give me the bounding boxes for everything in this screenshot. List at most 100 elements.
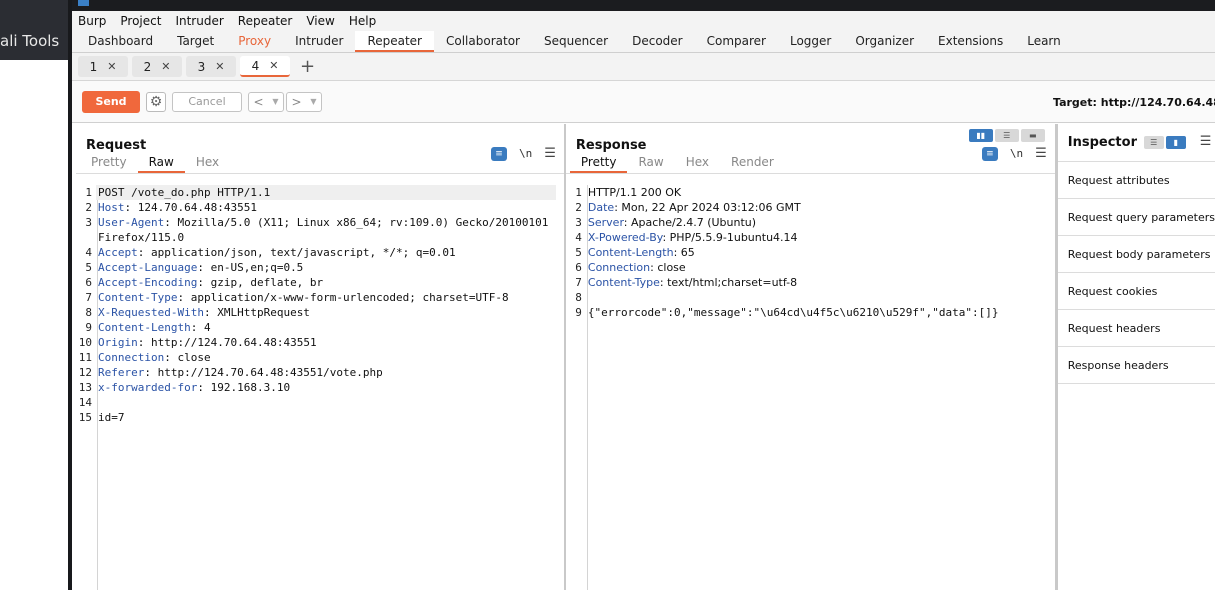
repeater-tab-4[interactable]: 4 ✕ <box>240 56 290 77</box>
inspector-pane: Inspector ☰ ▮ ☰ Request attributes Reques… <box>1056 124 1215 590</box>
tab-proxy[interactable]: Proxy <box>226 31 283 52</box>
inspector-more-icon[interactable]: ☰ <box>1200 134 1212 149</box>
inspector-item-request-query-parameters[interactable]: Request query parameters <box>1057 199 1215 236</box>
hamburger-menu-icon[interactable]: ☰ <box>1035 146 1047 161</box>
response-line: 8 <box>566 290 1055 305</box>
hamburger-menu-icon[interactable]: ☰ <box>544 146 556 161</box>
request-tab-raw[interactable]: Raw <box>137 155 185 173</box>
close-icon[interactable]: ✕ <box>161 60 170 73</box>
line-text: Connection: close <box>587 261 686 274</box>
request-line: 7 Content-Type: application/x-www-form-ur… <box>76 290 564 305</box>
menu-repeater[interactable]: Repeater <box>238 14 293 28</box>
list-view-icon[interactable]: ☰ <box>1143 136 1164 149</box>
tab-repeater[interactable]: Repeater <box>355 31 434 52</box>
header-name: Content-Length <box>98 321 191 334</box>
repeater-tab-2[interactable]: 2 ✕ <box>132 56 182 77</box>
request-tab-pretty[interactable]: Pretty <box>80 155 138 173</box>
inspector-item-request-attributes[interactable]: Request attributes <box>1057 162 1215 199</box>
history-back-button[interactable]: < ▼ <box>248 91 284 112</box>
response-line: 7 Content-Type: text/html;charset=utf-8 <box>566 275 1055 290</box>
target-label[interactable]: Target: http://124.70.64.48:43551 <box>1053 96 1215 109</box>
repeater-tab-1[interactable]: 1 ✕ <box>78 56 128 77</box>
tab-sequencer[interactable]: Sequencer <box>532 31 620 52</box>
menu-view[interactable]: View <box>306 14 334 28</box>
response-editor[interactable]: 1 HTTP/1.1 200 OK 2 Date: Mon, 22 Apr 2024 … <box>566 185 1055 590</box>
close-icon[interactable]: ✕ <box>215 60 224 73</box>
response-tab-hex[interactable]: Hex <box>675 155 720 173</box>
dropdown-icon[interactable]: ▼ <box>272 97 278 106</box>
response-tab-render[interactable]: Render <box>720 155 785 173</box>
panel-view-icon[interactable]: ▮ <box>1165 136 1186 149</box>
wrap-lines-icon[interactable]: ≡ <box>490 146 507 161</box>
request-line: 14 <box>76 395 564 410</box>
line-number: 6 <box>575 261 582 274</box>
tab-decoder[interactable]: Decoder <box>620 31 695 52</box>
tab-organizer[interactable]: Organizer <box>843 31 926 52</box>
line-text: {"errorcode":0,"message":"\u64cd\u4f5c\u… <box>586 305 999 320</box>
close-icon[interactable]: ✕ <box>269 59 278 72</box>
add-tab-icon[interactable]: + <box>300 56 315 77</box>
desktop-menu-label[interactable]: ali Tools <box>0 32 59 50</box>
tab-target[interactable]: Target <box>165 31 226 52</box>
cancel-button[interactable]: Cancel <box>172 91 242 112</box>
request-editor[interactable]: 1 POST /vote_do.php HTTP/1.1 2 Host: 124.70… <box>76 185 564 590</box>
line-value: text/html;charset=utf-8 <box>667 276 798 289</box>
inspector-item-request-headers[interactable]: Request headers <box>1057 310 1215 347</box>
line-value: application/x-www-form-urlencoded; chars… <box>190 291 509 304</box>
split-horizontal-icon[interactable]: ▮▮ <box>968 129 993 142</box>
history-forward-button[interactable]: > ▼ <box>286 91 322 112</box>
line-value: POST /vote_do.php HTTP/1.1 <box>98 186 271 199</box>
menu-project[interactable]: Project <box>120 14 161 28</box>
inspector-item-request-cookies[interactable]: Request cookies <box>1057 273 1215 310</box>
wrap-lines-icon[interactable]: ≡ <box>981 146 998 161</box>
request-line: 2 Host: 124.70.64.48:43551 <box>76 200 564 215</box>
response-line: 9 {"errorcode":0,"message":"\u64cd\u4f5c\… <box>566 305 1055 320</box>
tab-intruder[interactable]: Intruder <box>283 31 355 52</box>
menu-intruder[interactable]: Intruder <box>175 14 223 28</box>
line-value: 192.168.3.10 <box>210 381 291 394</box>
repeater-tab-3[interactable]: 3 ✕ <box>186 56 236 77</box>
repeater-tab-label: 1 <box>89 59 98 74</box>
menu-burp[interactable]: Burp <box>78 14 106 28</box>
dropdown-icon[interactable]: ▼ <box>310 97 316 106</box>
newline-toggle-icon[interactable]: \n <box>519 147 532 160</box>
line-number: 3 <box>575 216 582 229</box>
line-value: 65 <box>680 246 695 259</box>
burp-window: Burp Project Intruder Repeater View Help Dash… <box>68 0 1215 590</box>
repeater-tab-label: 3 <box>197 59 206 74</box>
inspector-item-request-body-parameters[interactable]: Request body parameters <box>1057 236 1215 273</box>
line-text: Referer: http://124.70.64.48:43551/vote.… <box>98 366 383 379</box>
tab-comparer[interactable]: Comparer <box>695 31 778 52</box>
inspector-title: Inspector <box>1067 135 1137 150</box>
tab-learn[interactable]: Learn <box>1015 31 1073 52</box>
close-icon[interactable]: ✕ <box>107 60 116 73</box>
split-vertical-icon[interactable]: ☰ <box>994 129 1019 142</box>
line-text: Connection: close <box>98 351 211 364</box>
tab-collaborator[interactable]: Collaborator <box>434 31 532 52</box>
response-tab-pretty[interactable]: Pretty <box>569 155 628 173</box>
header-name: X-Powered-By <box>587 231 663 244</box>
line-text: User-Agent: Mozilla/5.0 (X11; Linux x86_… <box>98 216 549 229</box>
line-value: gzip, deflate, br <box>210 276 324 289</box>
settings-gear-icon[interactable]: ⚙ <box>146 91 166 112</box>
request-line: 3 User-Agent: Mozilla/5.0 (X11; Linux x86… <box>76 215 564 230</box>
tabbed-layout-icon[interactable]: ▬ <box>1020 129 1045 142</box>
tab-extensions[interactable]: Extensions <box>926 31 1015 52</box>
line-text <box>96 395 98 410</box>
menu-help[interactable]: Help <box>349 14 376 28</box>
line-number: 7 <box>85 291 92 304</box>
response-view-tabs: Pretty Raw Hex Render ≡ \n ☰ <box>565 146 1055 174</box>
send-button[interactable]: Send <box>82 90 140 113</box>
line-number: 9 <box>575 306 582 319</box>
line-value: http://124.70.64.48:43551/vote.php <box>157 366 383 379</box>
line-value: en-US,en;q=0.5 <box>210 261 304 274</box>
line-text <box>586 290 588 305</box>
tab-dashboard[interactable]: Dashboard <box>76 31 165 52</box>
request-line: 10 Origin: http://124.70.64.48:43551 <box>76 335 564 350</box>
inspector-item-response-headers[interactable]: Response headers <box>1057 347 1215 384</box>
tab-logger[interactable]: Logger <box>778 31 843 52</box>
request-tab-hex[interactable]: Hex <box>185 155 230 173</box>
newline-toggle-icon[interactable]: \n <box>1010 147 1023 160</box>
response-tab-raw[interactable]: Raw <box>627 155 674 173</box>
line-value: http://124.70.64.48:43551 <box>151 336 317 349</box>
